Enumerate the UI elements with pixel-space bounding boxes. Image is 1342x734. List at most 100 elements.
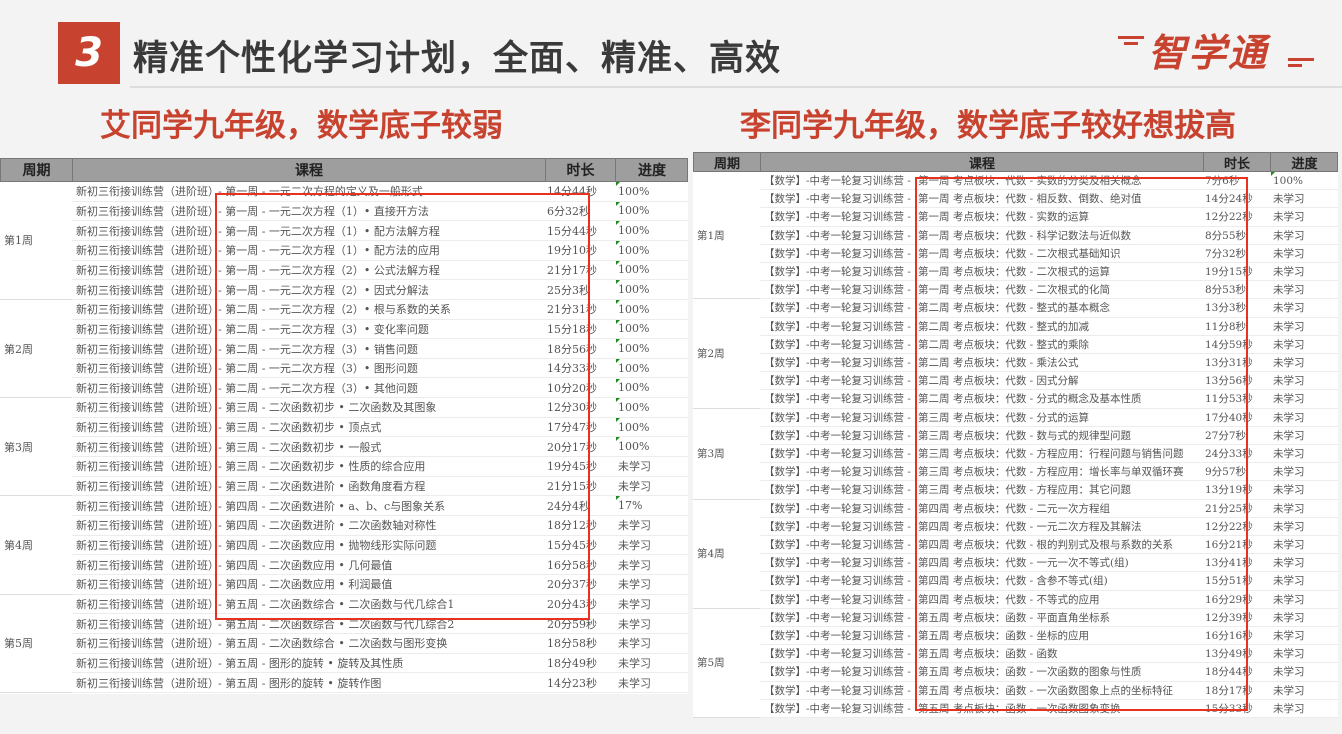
course-prefix: 新初三衔接训练营（进阶班） [76,244,216,258]
course-prefix: 新初三衔接训练营（进阶班） [76,263,216,277]
course-prefix: 新初三衔接训练营（进阶班） [76,401,216,415]
course-prefix: 新初三衔接训练营（进阶班） [76,303,216,317]
progress-marker-icon [616,182,620,186]
progress: 100% [618,381,650,395]
progress-marker-icon [616,339,620,344]
course-prefix: 新初三衔接训练营（进阶班） [76,656,216,670]
progress: 未学习 [618,539,651,552]
course-prefix: 【数学】-中考一轮复习训练营 - [764,520,911,533]
column-header: 进度 [616,159,688,181]
duration: 18分58秒 [547,637,597,651]
course-prefix: 新初三衔接训练营（进阶班） [76,480,216,494]
week-label: 第1周 [0,182,72,300]
course-prefix: 【数学】-中考一轮复习训练营 - [764,484,911,497]
progress: 100% [618,361,650,375]
course-prefix: 【数学】-中考一轮复习训练营 - [764,247,911,260]
progress: 未学习 [1273,393,1305,406]
progress: 100% [1273,174,1304,187]
course-title: - 第五周 - 图形的旋转 • 旋转作图 [218,676,382,690]
progress-marker-icon [616,319,620,324]
table-row: 新初三衔接训练营（进阶班） - 第五周 - 图形的旋转 • 旋转及其性质 18分49… [72,654,688,674]
progress: 未学习 [1273,338,1305,351]
course-prefix: 【数学】-中考一轮复习训练营 - [764,338,911,351]
progress: 未学习 [1273,247,1305,260]
progress-marker-icon [616,280,620,285]
course-prefix: 新初三衔接训练营（进阶班） [76,558,216,572]
progress: 未学习 [618,597,651,611]
course-prefix: 【数学】-中考一轮复习训练营 - [764,666,911,679]
week-label: 第1周 [693,172,760,300]
progress: 未学习 [618,578,651,592]
course-prefix: 【数学】-中考一轮复习训练营 - [764,193,911,206]
progress: 100% [618,243,650,257]
course-prefix: 新初三衔接训练营（进阶班） [76,362,216,376]
course-prefix: 新初三衔接训练营（进阶班） [76,185,216,199]
course-prefix: 新初三衔接训练营（进阶班） [76,224,216,238]
progress: 未学习 [1273,211,1305,224]
week-label: 第5周 [693,608,760,718]
column-header: 时长 [546,159,616,181]
course-prefix: 【数学】-中考一轮复习训练营 - [764,502,911,515]
course-prefix: 【数学】-中考一轮复习训练营 - [764,630,911,643]
column-header: 时长 [1204,153,1271,172]
week-label: 第5周 [0,594,72,693]
progress: 未学习 [618,480,651,494]
course-prefix: 新初三衔接训练营（进阶班） [76,499,216,513]
progress-marker-icon [616,358,620,363]
week-label: 第4周 [693,499,760,609]
week-label: 第4周 [0,496,72,595]
progress: 未学习 [618,460,651,474]
progress: 未学习 [618,558,651,572]
course-prefix: 新初三衔接训练营（进阶班） [76,617,216,631]
progress: 17% [618,499,643,513]
course-prefix: 新初三衔接训练营（进阶班） [76,322,216,336]
course-prefix: 新初三衔接训练营（进阶班） [76,578,216,592]
progress: 未学习 [1273,557,1305,570]
course-prefix: 【数学】-中考一轮复习训练营 - [764,357,911,370]
progress: 未学习 [1273,357,1305,370]
course-prefix: 【数学】-中考一轮复习训练营 - [764,211,911,224]
course-prefix: 【数学】-中考一轮复习训练营 - [764,284,911,297]
progress: 未学习 [618,637,651,651]
course-prefix: 新初三衔接训练营（进阶班） [76,676,216,690]
course-prefix: 【数学】-中考一轮复习训练营 - [764,429,911,442]
progress: 未学习 [1273,448,1305,461]
table-header: 周期 课程 时长 进度 [0,158,688,182]
highlight-box-left [215,193,590,620]
progress: 未学习 [618,656,651,670]
column-header: 课程 [73,159,546,181]
brand-logo: 智学通 [1118,22,1318,75]
course-prefix: 【数学】-中考一轮复习训练营 - [764,375,911,388]
course-prefix: 【数学】-中考一轮复习训练营 - [764,702,911,715]
divider [130,86,1342,88]
page-title: 精准个性化学习计划，全面、精准、高效 [133,39,782,79]
progress: 100% [618,184,650,198]
progress: 未学习 [618,519,651,533]
course-prefix: 新初三衔接训练营（进阶班） [76,204,216,218]
course-prefix: 新初三衔接训练营（进阶班） [76,283,216,297]
progress: 100% [618,204,650,218]
progress-marker-icon [616,378,620,383]
table-header: 周期 课程 时长 进度 [693,152,1338,172]
course-prefix: 【数学】-中考一轮复习训练营 - [764,575,911,588]
progress-marker-icon [616,417,620,422]
course-prefix: 新初三衔接训练营（进阶班） [76,421,216,435]
progress: 未学习 [1273,411,1305,424]
progress: 100% [618,302,650,316]
column-header: 进度 [1271,153,1338,172]
table-row: 新初三衔接训练营（进阶班） - 第五周 - 二次函数综合 • 二次函数与图形变换 1… [72,634,688,654]
progress: 未学习 [1273,229,1305,242]
course-title: - 第五周 - 图形的旋转 • 旋转及其性质 [218,656,404,670]
duration: 14分23秒 [547,676,597,690]
progress: 未学习 [1273,429,1305,442]
week-label: 第2周 [0,299,72,399]
course-prefix: 【数学】-中考一轮复习训练营 - [764,539,911,552]
progress: 未学习 [1273,666,1305,679]
course-prefix: 【数学】-中考一轮复习训练营 - [764,411,911,424]
course-prefix: 【数学】-中考一轮复习训练营 - [764,320,911,333]
progress: 100% [618,342,650,355]
week-label: 第3周 [0,398,72,497]
course-prefix: 【数学】-中考一轮复习训练营 - [764,648,911,661]
progress-marker-icon [1271,172,1275,176]
progress: 未学习 [1273,302,1305,315]
